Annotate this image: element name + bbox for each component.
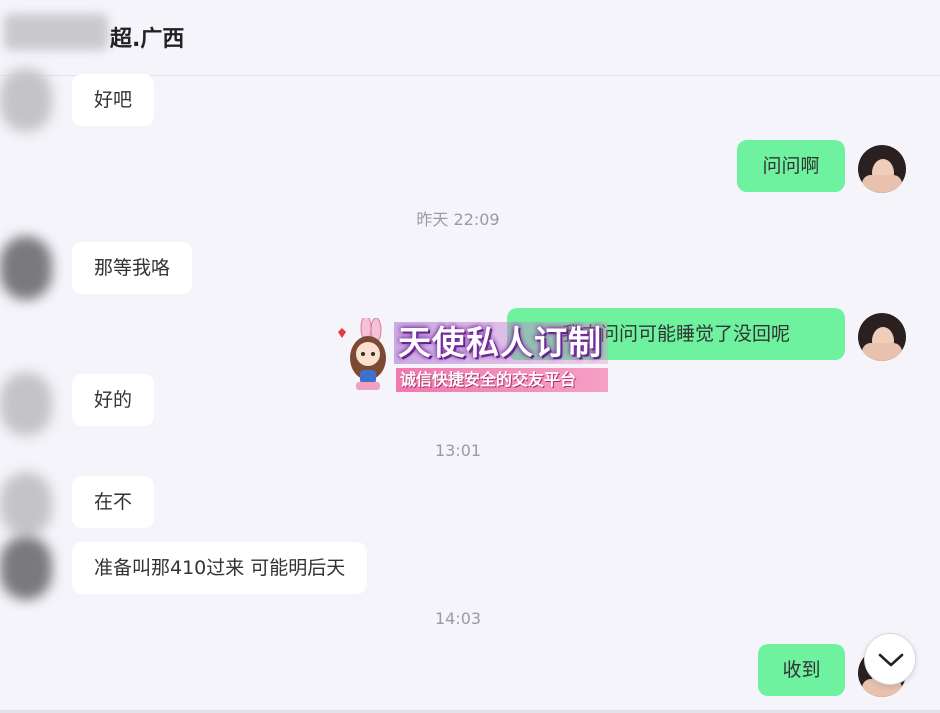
- contact-avatar[interactable]: [0, 536, 52, 600]
- contact-avatar[interactable]: [0, 372, 52, 436]
- message-bubble-left: 那等我咯: [72, 242, 193, 294]
- message-bubble-left: 准备叫那410过来 可能明后天: [72, 542, 368, 594]
- watermark-title: 天使私人订制: [394, 322, 608, 364]
- scroll-to-bottom-button[interactable]: [864, 633, 916, 685]
- timestamp: 13:01: [434, 441, 482, 460]
- watermark-subtitle: 诚信快捷安全的交友平台: [396, 368, 608, 392]
- contact-avatar[interactable]: [0, 472, 52, 536]
- message-bubble-left: 好的: [72, 374, 155, 426]
- cartoon-girl-icon: [338, 318, 386, 390]
- contact-avatar[interactable]: [0, 236, 52, 300]
- timestamp: 14:03: [434, 609, 482, 628]
- my-avatar[interactable]: [858, 145, 906, 193]
- chat-header: 超.广西: [0, 0, 940, 76]
- chat-title: 超.广西: [110, 27, 185, 52]
- contact-avatar[interactable]: [0, 68, 52, 132]
- message-bubble-left: 好吧: [72, 74, 155, 126]
- chevron-down-icon: [878, 653, 904, 667]
- message-bubble-right: 收到: [758, 644, 845, 696]
- message-bubble-right: 问问啊: [737, 140, 845, 192]
- timestamp: 昨天 22:09: [416, 210, 500, 229]
- message-bubble-left: 在不: [72, 476, 155, 528]
- blurred-contact-name: [4, 14, 108, 50]
- my-avatar[interactable]: [858, 313, 906, 361]
- watermark-logo: 天使私人订制 诚信快捷安全的交友平台: [332, 318, 610, 394]
